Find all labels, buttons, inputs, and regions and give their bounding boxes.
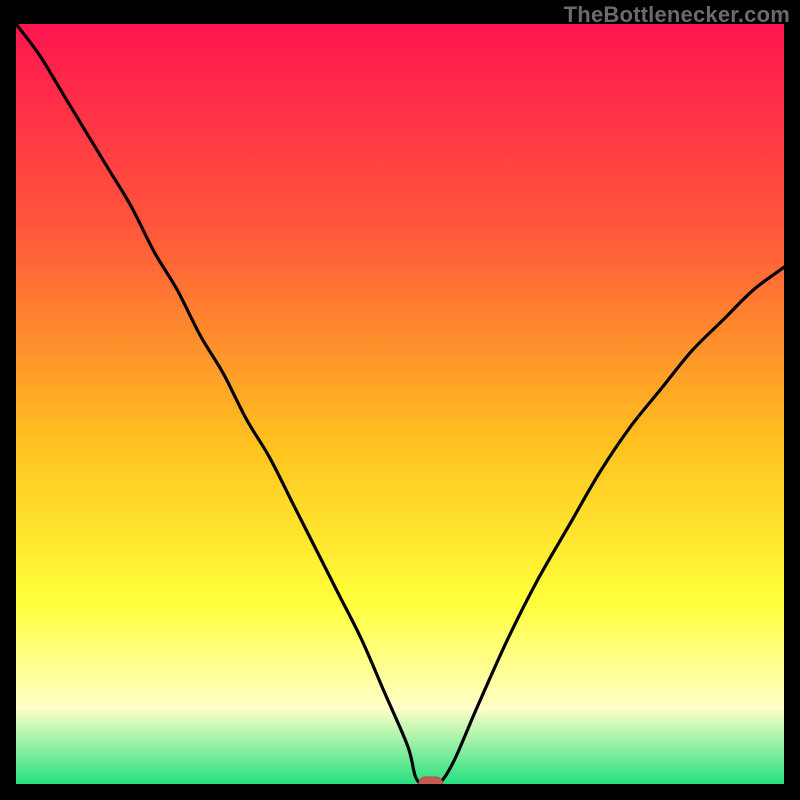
bottleneck-chart <box>16 24 784 784</box>
gradient-background <box>16 24 784 784</box>
plot-area <box>16 24 784 784</box>
chart-frame: TheBottlenecker.com <box>0 0 800 800</box>
optimal-point-marker <box>419 777 443 784</box>
